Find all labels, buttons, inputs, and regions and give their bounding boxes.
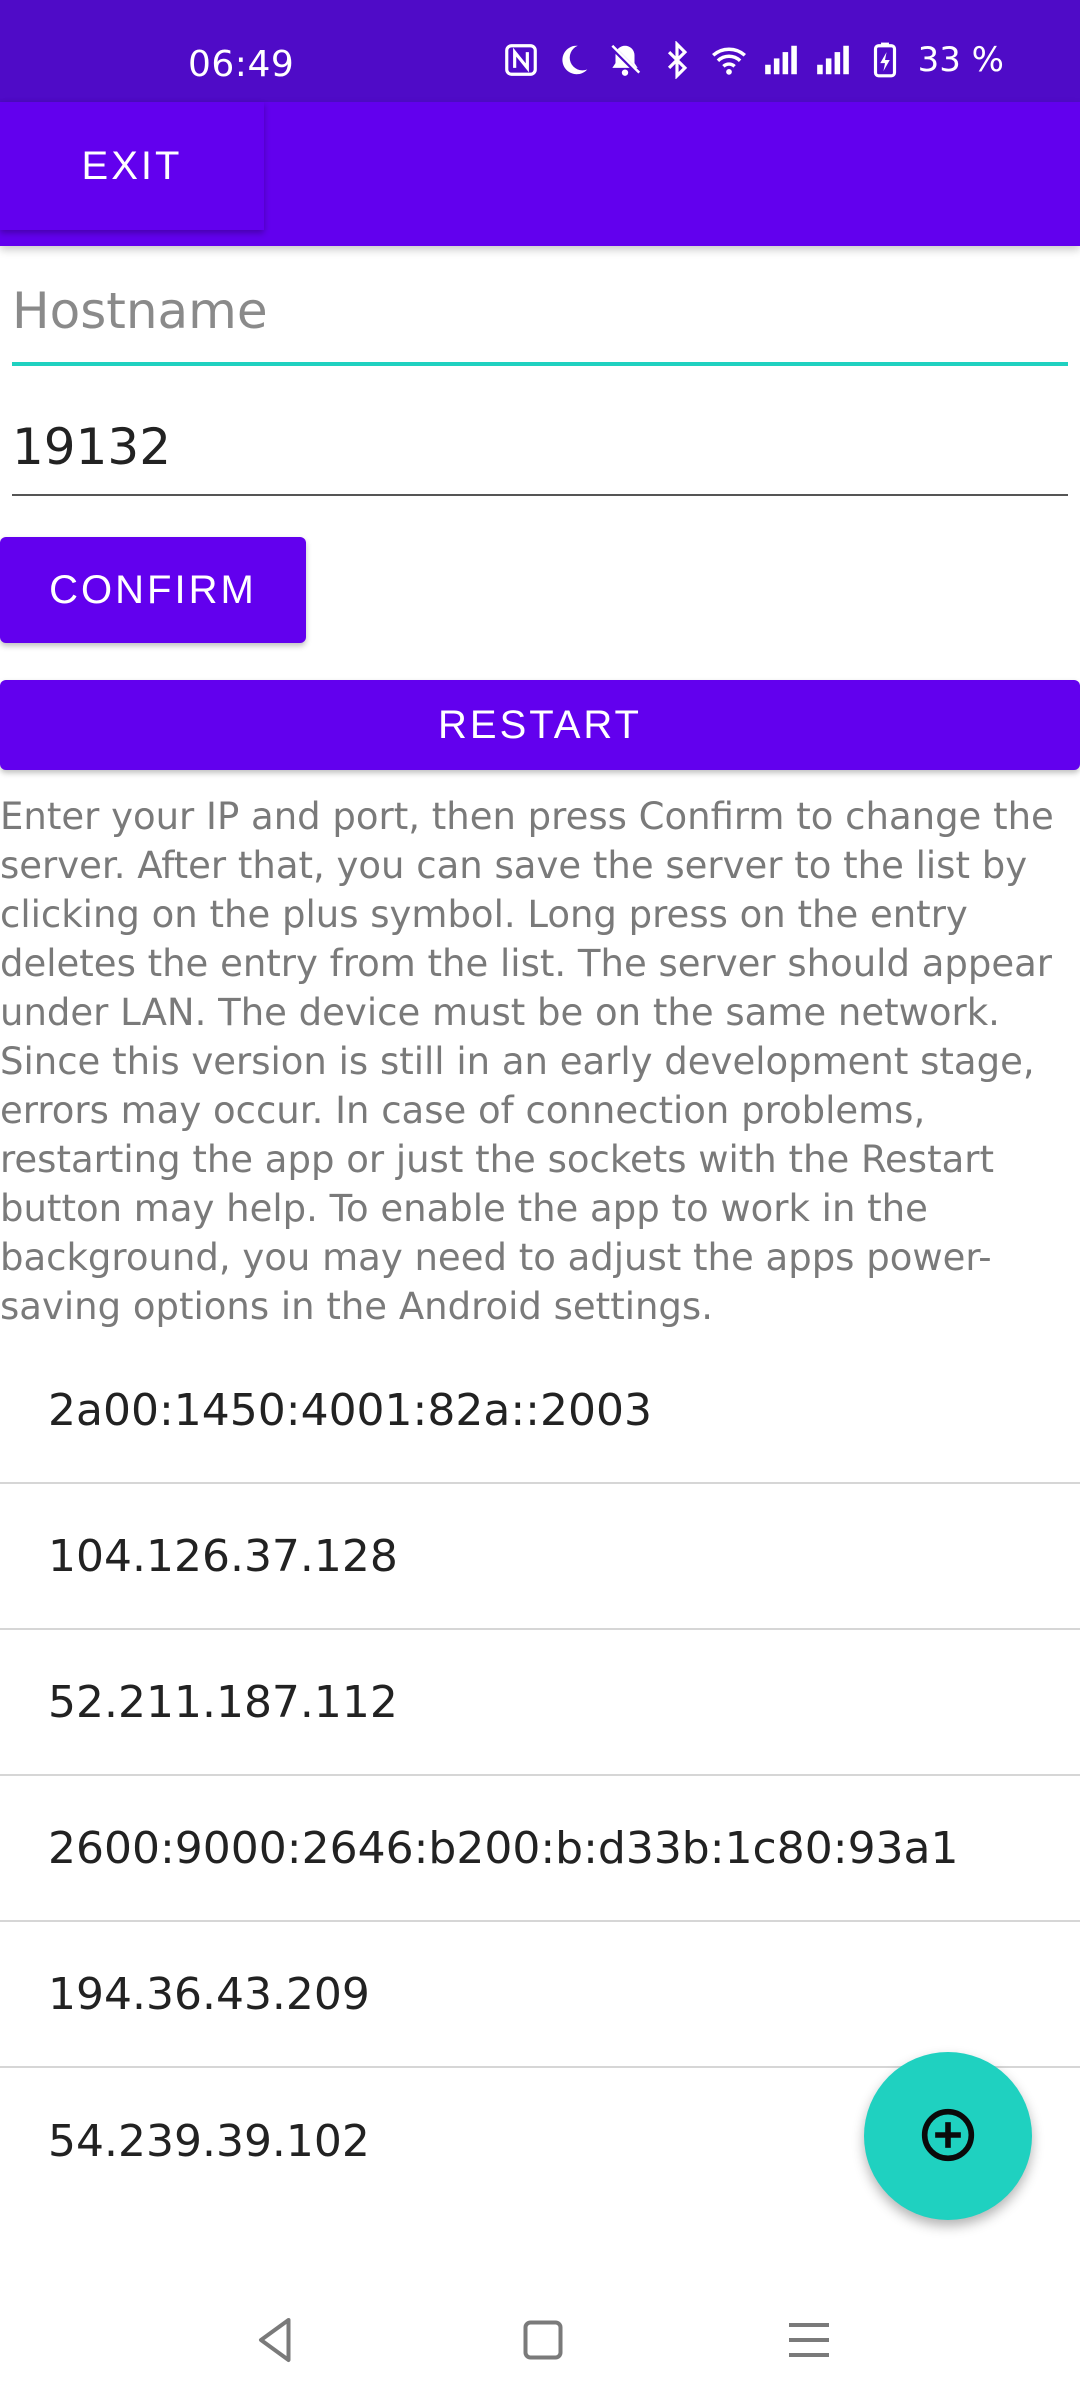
bell-off-icon: [606, 41, 644, 79]
status-icons: 33 %: [502, 40, 1004, 80]
menu-button[interactable]: [779, 2310, 839, 2370]
menu-icon: [779, 2310, 839, 2370]
instructions-text: Enter your IP and port, then press Confi…: [0, 795, 1054, 1328]
nfc-icon: [502, 41, 540, 79]
battery-charging-icon: [866, 41, 904, 79]
status-bar: 06:49 33 %: [0, 0, 1080, 102]
hostname-input[interactable]: [12, 282, 1068, 340]
exit-button[interactable]: EXIT: [0, 102, 264, 230]
port-input[interactable]: [12, 418, 1068, 476]
confirm-button[interactable]: CONFIRM: [0, 537, 306, 643]
add-circle-icon: [920, 2107, 976, 2166]
signal-icon: [762, 41, 800, 79]
moon-icon: [554, 41, 592, 79]
server-list-item[interactable]: 52.211.187.112: [0, 1630, 1080, 1776]
server-list-item[interactable]: 2a00:1450:4001:82a::2003: [0, 1338, 1080, 1484]
restart-button[interactable]: RESTART: [0, 680, 1080, 770]
port-field-container: [12, 418, 1068, 496]
home-button[interactable]: [513, 2310, 573, 2370]
wifi-icon: [710, 41, 748, 79]
back-button[interactable]: [246, 2310, 306, 2370]
hostname-field-container: [12, 282, 1068, 366]
app-bar: EXIT: [0, 102, 1080, 246]
status-time: 06:49: [188, 44, 295, 85]
bluetooth-icon: [658, 41, 696, 79]
home-icon: [513, 2310, 573, 2370]
signal-icon: [814, 41, 852, 79]
battery-level: 33 %: [917, 40, 1004, 80]
back-icon: [246, 2310, 306, 2370]
server-list-item[interactable]: 104.126.37.128: [0, 1484, 1080, 1630]
server-list-item[interactable]: 2600:9000:2646:b200:b:d33b:1c80:93a1: [0, 1776, 1080, 1922]
server-list-item[interactable]: 194.36.43.209: [0, 1922, 1080, 2068]
add-server-button[interactable]: [864, 2052, 1032, 2220]
